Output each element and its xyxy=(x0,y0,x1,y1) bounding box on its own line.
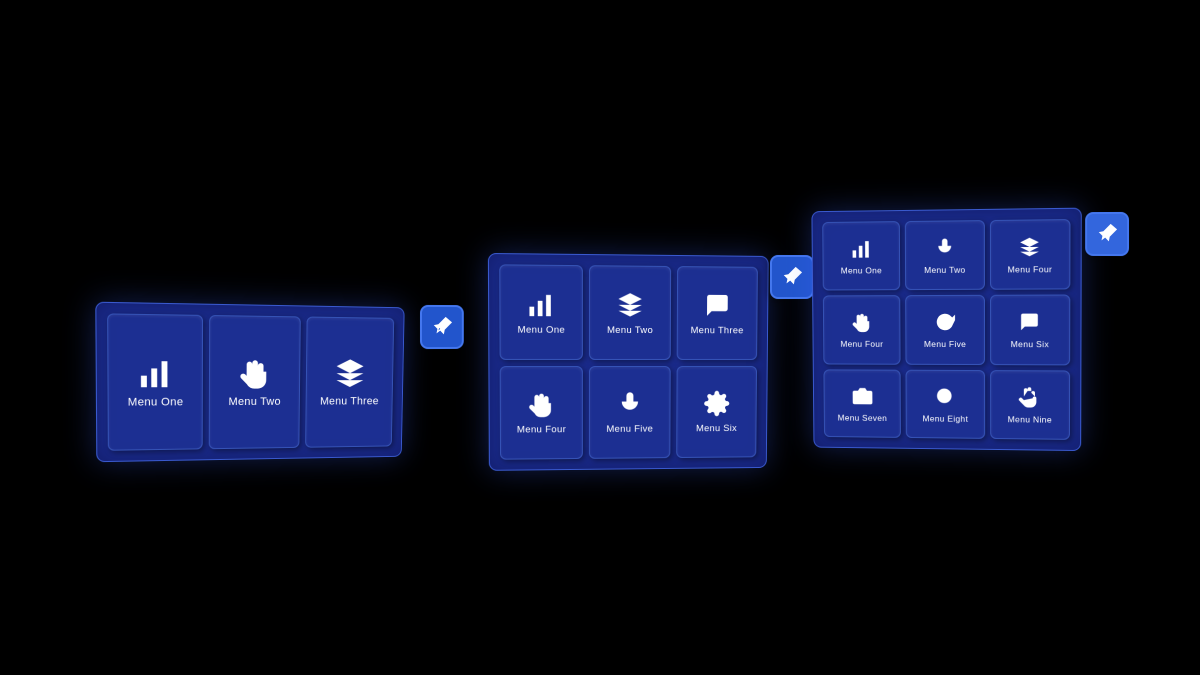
right-menu-nine-label: Menu Nine xyxy=(1008,414,1052,425)
right-menu-nine[interactable]: Menu Nine xyxy=(990,370,1070,440)
scene: Menu One Menu Two Menu Three Menu One xyxy=(0,0,1200,675)
bar-chart-icon-mid xyxy=(526,289,557,320)
panel-mid: Menu One Menu Two Menu Three Menu Four M xyxy=(488,253,769,471)
mid-menu-five-label: Menu Five xyxy=(606,424,653,436)
bar-chart-icon xyxy=(137,355,174,392)
chat-icon-right xyxy=(1018,310,1042,334)
mid-menu-six[interactable]: Menu Six xyxy=(676,365,757,458)
bar-chart-icon-right xyxy=(849,236,873,260)
left-menu-two-label: Menu Two xyxy=(228,396,280,409)
left-menu-three-label: Menu Three xyxy=(320,396,379,409)
right-menu-seven[interactable]: Menu Seven xyxy=(823,369,901,438)
right-menu-four-a-label: Menu Four xyxy=(1008,264,1053,275)
mid-menu-five[interactable]: Menu Five xyxy=(589,365,671,458)
right-menu-four-b-label: Menu Four xyxy=(840,339,883,349)
gear-icon-mid xyxy=(702,389,732,419)
right-menu-four-b[interactable]: Menu Four xyxy=(823,295,901,364)
hand-open-icon-right xyxy=(1018,385,1042,409)
right-menu-two[interactable]: Menu Two xyxy=(905,220,984,290)
left-menu-three[interactable]: Menu Three xyxy=(305,317,394,448)
chat-icon-mid xyxy=(703,290,733,320)
right-menu-five-label: Menu Five xyxy=(924,339,966,349)
right-menu-four-a[interactable]: Menu Four xyxy=(990,219,1071,290)
pin-button-right[interactable] xyxy=(1085,212,1129,256)
right-menu-one-label: Menu One xyxy=(841,265,882,275)
refresh-icon-right xyxy=(933,310,957,334)
right-menu-one[interactable]: Menu One xyxy=(822,221,900,291)
right-menu-eight-label: Menu Eight xyxy=(922,413,968,424)
mid-menu-six-label: Menu Six xyxy=(696,423,737,434)
mid-menu-three-label: Menu Three xyxy=(691,325,744,336)
hand-icon-mid xyxy=(526,389,556,419)
right-menu-two-label: Menu Two xyxy=(924,265,965,276)
camera-icon-right xyxy=(850,384,874,408)
mic-icon-mid xyxy=(615,389,645,419)
mid-menu-one[interactable]: Menu One xyxy=(499,264,583,359)
panel-left: Menu One Menu Two Menu Three xyxy=(95,302,404,463)
hand-icon-right xyxy=(850,311,874,335)
hand-icon xyxy=(237,355,273,391)
mid-menu-one-label: Menu One xyxy=(518,324,566,336)
mid-menu-four[interactable]: Menu Four xyxy=(500,366,583,460)
right-menu-seven-label: Menu Seven xyxy=(838,412,888,422)
cube-icon-right xyxy=(1018,235,1042,260)
right-menu-six-label: Menu Six xyxy=(1011,339,1049,349)
mid-menu-four-label: Menu Four xyxy=(517,424,566,436)
mid-menu-two-label: Menu Two xyxy=(607,324,653,336)
mic-icon-right xyxy=(933,236,957,260)
left-menu-one-label: Menu One xyxy=(128,397,184,411)
cube-icon xyxy=(333,356,368,391)
left-menu-two[interactable]: Menu Two xyxy=(209,315,301,449)
left-menu-one[interactable]: Menu One xyxy=(107,313,203,450)
mid-menu-three[interactable]: Menu Three xyxy=(677,266,758,359)
right-menu-six[interactable]: Menu Six xyxy=(990,295,1071,365)
pin-button-mid[interactable] xyxy=(770,255,814,299)
mid-menu-two[interactable]: Menu Two xyxy=(589,265,671,359)
panel-right: Menu One Menu Two Menu Four Menu Four xyxy=(811,208,1081,451)
search-icon-right xyxy=(933,385,957,409)
cube-icon-mid xyxy=(615,289,645,319)
right-menu-five[interactable]: Menu Five xyxy=(905,295,984,365)
right-menu-eight[interactable]: Menu Eight xyxy=(906,369,985,438)
pin-button-left[interactable] xyxy=(420,305,464,349)
